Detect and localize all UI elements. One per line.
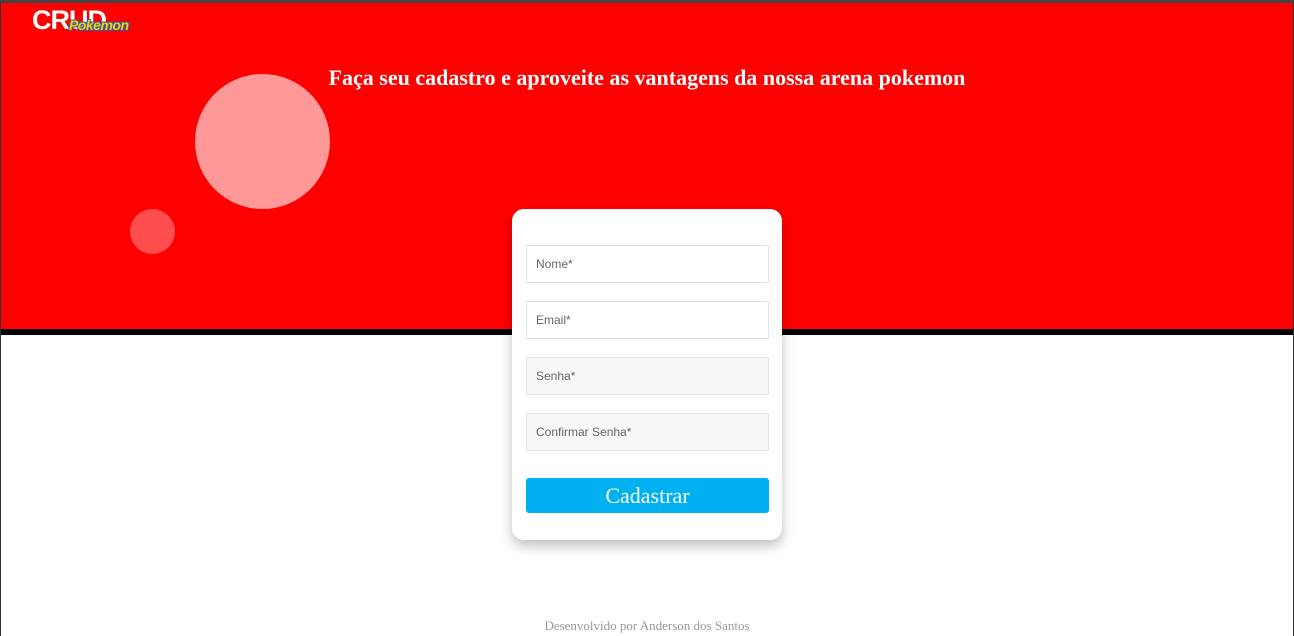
confirm-password-field[interactable] bbox=[526, 413, 769, 451]
password-field[interactable] bbox=[526, 357, 769, 395]
name-field[interactable] bbox=[526, 245, 769, 283]
email-field[interactable] bbox=[526, 301, 769, 339]
decorative-bubble-large bbox=[195, 74, 330, 209]
logo-pokemon-text: Pokemon bbox=[69, 17, 129, 33]
footer-credit: Desenvolvido por Anderson dos Santos bbox=[544, 618, 750, 633]
page: CRUD Pokemon Faça seu cadastro e aprovei… bbox=[0, 0, 1294, 636]
decorative-bubble-small bbox=[130, 209, 175, 254]
crud-pokemon-logo[interactable]: CRUD Pokemon bbox=[32, 5, 129, 39]
page-headline: Faça seu cadastro e aproveite as vantage… bbox=[328, 65, 966, 90]
register-button[interactable]: Cadastrar bbox=[526, 478, 769, 513]
signup-form-card: Cadastrar bbox=[512, 209, 782, 540]
